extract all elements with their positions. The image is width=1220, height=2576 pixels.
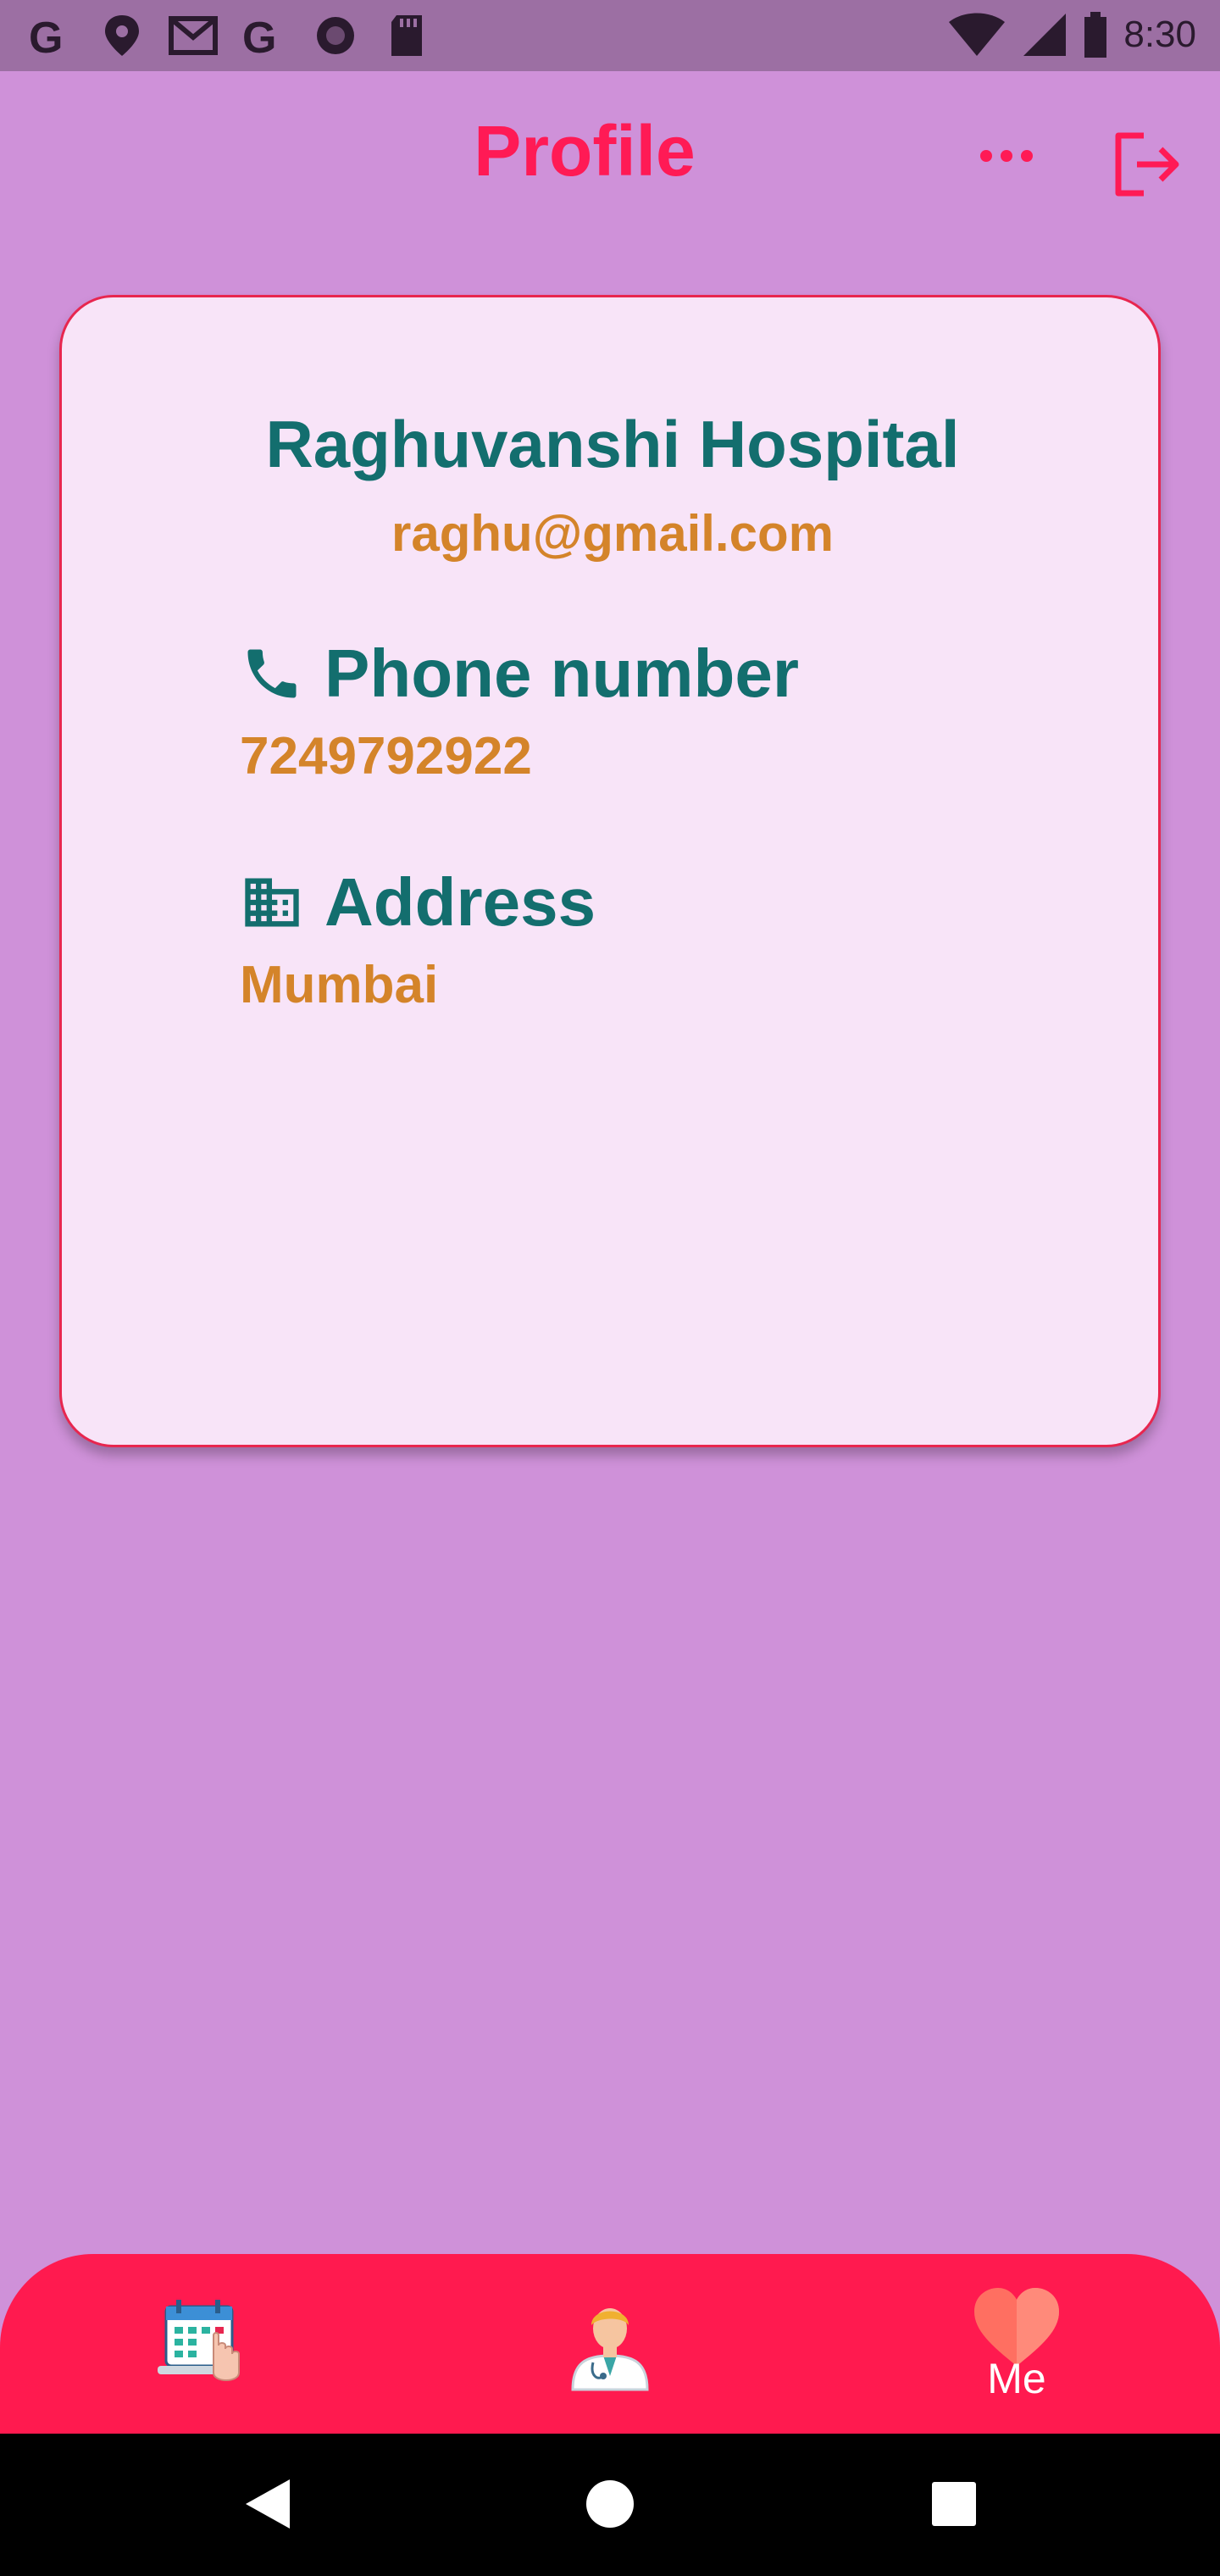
phone-section-heading: Phone number bbox=[240, 635, 799, 713]
bottom-nav bbox=[0, 2254, 1220, 2434]
calendar-booking-icon[interactable] bbox=[154, 2291, 256, 2393]
hospital-email: raghu@gmail.com bbox=[391, 505, 834, 562]
sd-card-icon bbox=[391, 15, 422, 56]
building-icon bbox=[245, 878, 299, 927]
battery-icon bbox=[1084, 12, 1107, 58]
phone-icon bbox=[247, 649, 297, 698]
more-horizontal-icon[interactable] bbox=[966, 146, 1047, 227]
status-time: 8:30 bbox=[1123, 14, 1196, 55]
status-bar: G G 8:30 bbox=[0, 0, 1220, 71]
svg-text:G: G bbox=[29, 14, 63, 59]
profile-card: Raghuvanshi Hospital raghu@gmail.com Pho… bbox=[59, 295, 1161, 1447]
circle-icon bbox=[317, 17, 354, 54]
google-icon: G bbox=[29, 14, 63, 59]
gmail-icon bbox=[169, 16, 218, 55]
logout-icon[interactable] bbox=[1106, 124, 1188, 205]
location-pin-icon bbox=[105, 15, 139, 56]
app-bar: Profile bbox=[0, 71, 1220, 232]
system-nav-bar bbox=[0, 2434, 1220, 2576]
recents-icon[interactable] bbox=[930, 2478, 978, 2530]
notification-icons: G G bbox=[25, 12, 432, 59]
signal-icon bbox=[1023, 14, 1067, 56]
phone-value: 7249792922 bbox=[240, 727, 532, 786]
svg-text:G: G bbox=[242, 14, 276, 59]
address-section-heading: Address bbox=[240, 863, 596, 941]
wifi-icon bbox=[949, 13, 1006, 56]
address-value: Mumbai bbox=[240, 956, 439, 1014]
address-label: Address bbox=[324, 864, 596, 940]
home-icon[interactable] bbox=[585, 2478, 635, 2530]
nav-me-label[interactable]: Me bbox=[966, 2354, 1068, 2403]
phone-label: Phone number bbox=[324, 636, 800, 711]
google-icon-2: G bbox=[242, 14, 276, 59]
back-icon[interactable] bbox=[242, 2478, 293, 2530]
doctor-icon[interactable] bbox=[559, 2291, 661, 2393]
hospital-name: Raghuvanshi Hospital bbox=[265, 407, 960, 481]
